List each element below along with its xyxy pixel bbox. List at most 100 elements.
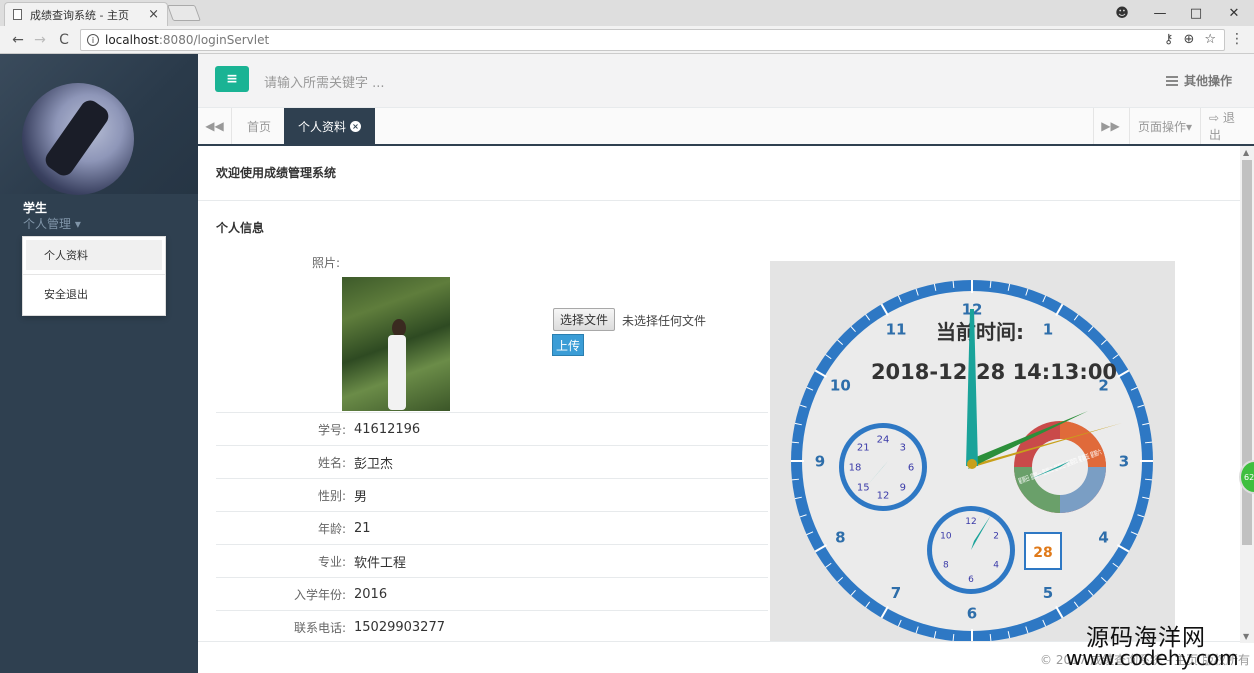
table-row: 姓名: 彭卫杰 xyxy=(216,445,768,478)
dial-label: 10 xyxy=(830,376,851,394)
dial-label: 4 xyxy=(1098,528,1108,546)
field-value: 21 xyxy=(354,520,371,536)
dial-label: 5 xyxy=(1043,584,1053,602)
field-label: 专业: xyxy=(317,554,346,569)
tab-home[interactable]: 首页 xyxy=(233,108,285,144)
dial-label: 1 xyxy=(1043,321,1053,339)
user-name: 学生 xyxy=(23,201,48,215)
browser-tab-strip: 成绩查询系统 - 主页 × ☻ — □ ✕ xyxy=(0,0,1254,26)
page-tabs-bar: ◀◀ 首页 个人资料 × ▶▶ 页面操作▾ ⇨ 退出 xyxy=(198,108,1254,146)
clock-datetime: 2018-12-28 14:13:00 xyxy=(871,360,1117,384)
user-role-dropdown[interactable]: 个人管理 ▾ xyxy=(23,215,81,232)
clock-svg: 121234567891011 当前时间: 2018-12-28 14:13:0… xyxy=(791,280,1153,641)
table-row: 学号: 41612196 xyxy=(216,412,768,445)
dial-label: 10 xyxy=(940,532,952,542)
dial-label: 9 xyxy=(900,482,906,493)
info-icon[interactable]: i xyxy=(87,34,99,46)
star-icon[interactable]: ☆ xyxy=(1204,32,1216,47)
new-tab-button[interactable] xyxy=(167,5,201,21)
browser-tab[interactable]: 成绩查询系统 - 主页 × xyxy=(4,2,168,26)
choose-file-button[interactable]: 选择文件 xyxy=(553,308,616,331)
tabs-forward-icon[interactable]: ▶▶ xyxy=(1093,108,1127,144)
url-path: :8080/loginServlet xyxy=(158,33,270,47)
dial-label: 4 xyxy=(993,561,999,571)
field-label: 年龄: xyxy=(317,521,346,536)
field-label: 学号: xyxy=(317,422,346,437)
zoom-icon[interactable]: ⊕ xyxy=(1183,32,1194,47)
menu-item-profile[interactable]: 个人资料 xyxy=(26,240,162,270)
field-label: 姓名: xyxy=(317,455,346,470)
file-status: 未选择任何文件 xyxy=(622,314,707,328)
dial-label: 6 xyxy=(967,604,977,622)
menu-item-logout[interactable]: 安全退出 xyxy=(26,279,162,309)
scrollbar[interactable]: ▲ ▼ xyxy=(1240,146,1254,643)
back-button[interactable]: ← xyxy=(8,30,28,50)
sidebar: 学生 个人管理 ▾ 个人资料 安全退出 xyxy=(0,54,198,673)
dial-label: 6 xyxy=(968,575,974,585)
date-day: 28 xyxy=(1033,545,1052,561)
field-value: 男 xyxy=(354,489,368,505)
tabs-back-icon[interactable]: ◀◀ xyxy=(198,108,232,144)
minimize-button[interactable]: — xyxy=(1142,0,1178,26)
field-label: 入学年份: xyxy=(293,587,346,602)
url-host: localhost xyxy=(105,33,159,47)
dial-label: 24 xyxy=(877,435,890,446)
scroll-up-icon[interactable]: ▲ xyxy=(1243,148,1249,157)
main-content: 欢迎使用成绩管理系统 个人信息 照片: 选择文件 未选择任何文件 上传 学号: 4… xyxy=(198,146,1240,673)
logout-button[interactable]: ⇨ 退出 xyxy=(1200,108,1254,144)
table-row: 年龄: 21 xyxy=(216,511,768,544)
list-icon xyxy=(1165,75,1178,86)
dial-label: 18 xyxy=(849,463,862,474)
user-dropdown-menu: 个人资料 安全退出 xyxy=(22,236,166,316)
close-tab-icon[interactable]: × xyxy=(350,120,362,132)
dial-label: 15 xyxy=(857,482,870,493)
reload-button[interactable]: C xyxy=(54,30,74,50)
dial-label: 7 xyxy=(891,584,901,602)
table-row: 联系电话: 15029903277 xyxy=(216,610,768,643)
close-window-button[interactable]: ✕ xyxy=(1216,0,1252,26)
browser-tab-title: 成绩查询系统 - 主页 xyxy=(30,8,129,22)
scroll-down-icon[interactable]: ▼ xyxy=(1243,632,1249,641)
close-tab-icon[interactable]: × xyxy=(148,7,159,22)
other-ops-label: 其他操作 xyxy=(1183,74,1232,88)
field-label: 联系电话: xyxy=(293,620,346,635)
tab-profile[interactable]: 个人资料 × xyxy=(284,108,376,144)
dial-label: 8 xyxy=(835,528,845,546)
search-input[interactable]: 请输入所需关键字 ... xyxy=(264,72,385,91)
dial-label: 12 xyxy=(965,517,976,527)
divider xyxy=(198,200,1240,201)
forward-button[interactable]: → xyxy=(30,30,50,50)
key-icon[interactable]: ⚷ xyxy=(1164,32,1174,47)
table-row: 专业: 软件工程 xyxy=(216,544,768,577)
table-row: 性别: 男 xyxy=(216,478,768,511)
field-label: 性别: xyxy=(317,488,346,503)
tab-profile-label: 个人资料 xyxy=(298,119,347,134)
field-value: 彭卫杰 xyxy=(354,456,394,472)
student-photo xyxy=(342,277,450,411)
page-ops-dropdown[interactable]: 页面操作▾ xyxy=(1129,108,1200,144)
clock-center xyxy=(967,459,977,469)
browser-toolbar: ← → C i localhost:8080/loginServlet ⚷ ⊕ … xyxy=(0,26,1254,54)
maximize-button[interactable]: □ xyxy=(1178,0,1214,26)
menu-divider xyxy=(23,274,165,275)
account-icon[interactable]: ☻ xyxy=(1104,0,1140,26)
welcome-title: 欢迎使用成绩管理系统 xyxy=(216,166,337,180)
table-row: 入学年份: 2016 xyxy=(216,577,768,610)
upload-button[interactable]: 上传 xyxy=(552,334,584,356)
document-icon xyxy=(13,9,22,20)
field-value: 15029903277 xyxy=(354,619,445,635)
menu-toggle-button[interactable]: ≡ xyxy=(215,66,249,92)
info-table: 学号: 41612196 姓名: 彭卫杰 性别: 男 年龄: 21 专业: 软件工程 入学… xyxy=(216,412,768,643)
dial-label: 3 xyxy=(1119,452,1129,470)
browser-menu-icon[interactable]: ⋮ xyxy=(1230,31,1244,47)
dial-label: 8 xyxy=(943,561,949,571)
watermark-en: www.codehy.com xyxy=(1066,646,1239,670)
dial-label: 21 xyxy=(857,443,870,454)
section-title: 个人信息 xyxy=(216,221,265,235)
dial-label: 3 xyxy=(900,443,906,454)
avatar[interactable] xyxy=(22,83,134,195)
address-bar[interactable]: i localhost:8080/loginServlet ⚷ ⊕ ☆ xyxy=(80,29,1225,51)
other-ops-button[interactable]: 其他操作 xyxy=(1165,72,1232,89)
dial-label: 6 xyxy=(908,463,914,474)
top-header: ≡ 请输入所需关键字 ... 其他操作 xyxy=(198,54,1254,108)
